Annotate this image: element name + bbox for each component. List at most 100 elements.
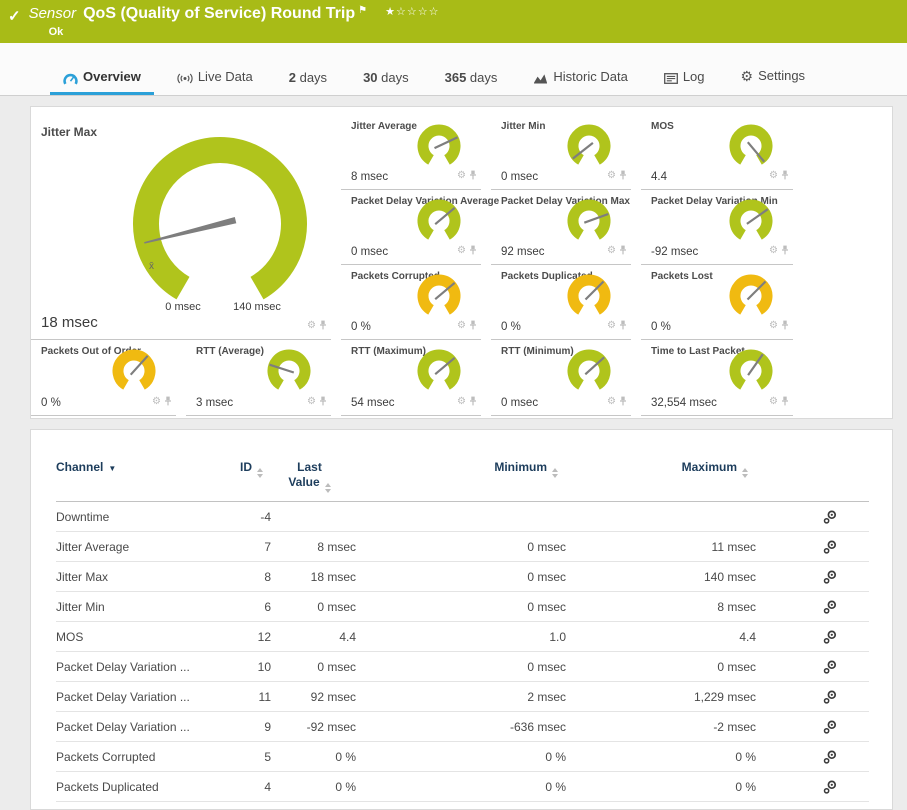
channel-cell: 5 bbox=[231, 742, 271, 772]
channel-name[interactable]: Packet Delay Variation ... bbox=[56, 682, 231, 712]
gauge-panel-rtt-maximum: RTT (Maximum)54 msec⚙ bbox=[341, 340, 481, 416]
tab-live-data[interactable]: Live Data bbox=[164, 61, 266, 95]
channel-settings-icon[interactable] bbox=[756, 652, 869, 682]
channel-settings-icon[interactable] bbox=[756, 562, 869, 592]
gear-icon[interactable]: ⚙ bbox=[607, 321, 616, 331]
sort-icon[interactable] bbox=[742, 468, 748, 478]
gauge-value: 18 msec bbox=[41, 314, 98, 331]
stars-empty[interactable]: ☆☆☆☆ bbox=[396, 6, 439, 18]
tab-number: 30 bbox=[363, 70, 381, 85]
panel-actions: ⚙ bbox=[607, 317, 627, 335]
gear-icon[interactable]: ⚙ bbox=[307, 397, 316, 407]
gear-icon[interactable]: ⚙ bbox=[607, 246, 616, 256]
channel-name[interactable]: MOS bbox=[56, 622, 231, 652]
priority-stars[interactable]: ★☆☆☆☆ bbox=[385, 5, 439, 18]
main-content: Jitter Max x̄ 0 msec 140 msec 18 msec ⚙ … bbox=[0, 96, 907, 810]
pin-icon[interactable] bbox=[619, 167, 627, 185]
tab-settings[interactable]: ⚙Settings bbox=[728, 60, 819, 95]
tab-overview[interactable]: Overview bbox=[50, 61, 154, 95]
pin-icon[interactable] bbox=[619, 317, 627, 335]
channel-name[interactable]: Jitter Min bbox=[56, 592, 231, 622]
pin-icon[interactable] bbox=[619, 242, 627, 260]
gear-icon[interactable]: ⚙ bbox=[152, 397, 161, 407]
panel-actions: ⚙ bbox=[457, 242, 477, 260]
gear-icon[interactable]: ⚙ bbox=[607, 171, 616, 181]
pin-icon[interactable] bbox=[781, 167, 789, 185]
gauge-panel-jitter-average: Jitter Average8 msec⚙ bbox=[341, 115, 481, 190]
column-header-maximum[interactable]: Maximum bbox=[566, 460, 756, 502]
tab-2-days[interactable]: 2 days bbox=[276, 62, 340, 95]
tab-30-days[interactable]: 30 days bbox=[350, 62, 422, 95]
channel-name[interactable]: Downtime bbox=[56, 502, 231, 532]
channel-name[interactable]: Jitter Average bbox=[56, 532, 231, 562]
gauge-panel-packet-delay-variation-min: Packet Delay Variation Min-92 msec⚙ bbox=[641, 190, 793, 265]
gear-icon[interactable]: ⚙ bbox=[769, 321, 778, 331]
channel-settings-icon[interactable] bbox=[756, 742, 869, 772]
panel-actions: ⚙ bbox=[769, 393, 789, 411]
flag-icon[interactable]: ⚑ bbox=[358, 5, 367, 16]
gauge-value: 0 msec bbox=[351, 246, 388, 258]
channel-settings-icon[interactable] bbox=[756, 592, 869, 622]
gear-icon[interactable]: ⚙ bbox=[457, 246, 466, 256]
channel-settings-icon[interactable] bbox=[756, 532, 869, 562]
gauge-panel-packets-out-of-order: Packets Out of Order0 %⚙ bbox=[31, 340, 176, 416]
sort-desc-icon[interactable]: ▼ bbox=[108, 464, 116, 473]
channel-cell: -92 msec bbox=[271, 712, 356, 742]
table-row-jitter-min: Jitter Min60 msec0 msec8 msec bbox=[56, 592, 869, 622]
channel-cell: 0 msec bbox=[271, 652, 356, 682]
gear-icon[interactable]: ⚙ bbox=[457, 171, 466, 181]
channel-name[interactable]: Packets Duplicated bbox=[56, 772, 231, 802]
channel-name[interactable]: Packets Corrupted bbox=[56, 742, 231, 772]
gear-icon[interactable]: ⚙ bbox=[769, 246, 778, 256]
channel-cell: -4 bbox=[231, 502, 271, 532]
gear-icon[interactable]: ⚙ bbox=[769, 397, 778, 407]
column-header-id[interactable]: ID bbox=[231, 460, 271, 502]
channel-settings-icon[interactable] bbox=[756, 502, 869, 532]
channel-settings-icon[interactable] bbox=[756, 712, 869, 742]
channel-settings-icon[interactable] bbox=[756, 772, 869, 802]
pin-icon[interactable] bbox=[781, 242, 789, 260]
gauge-panel-jitter-max: Jitter Max x̄ 0 msec 140 msec 18 msec ⚙ bbox=[31, 115, 331, 340]
pin-icon[interactable] bbox=[469, 242, 477, 260]
gear-icon[interactable]: ⚙ bbox=[769, 171, 778, 181]
tab-historic-data[interactable]: Historic Data bbox=[520, 61, 640, 95]
column-header-channel[interactable]: Channel▼ bbox=[56, 460, 231, 502]
star-filled[interactable]: ★ bbox=[385, 6, 396, 18]
tab-log[interactable]: Log bbox=[651, 61, 718, 95]
column-header-lastvalue[interactable]: LastValue bbox=[271, 460, 356, 502]
channel-settings-icon[interactable] bbox=[756, 682, 869, 712]
tab-label: days bbox=[470, 70, 497, 85]
pin-icon[interactable] bbox=[469, 393, 477, 411]
pin-icon[interactable] bbox=[164, 393, 172, 411]
channel-name[interactable]: Jitter Max bbox=[56, 562, 231, 592]
gauge-value: 0 msec bbox=[501, 171, 538, 183]
gauge-title: Jitter Min bbox=[501, 121, 545, 132]
channel-cell: 0 msec bbox=[566, 652, 756, 682]
gauge-dial bbox=[723, 269, 779, 321]
channel-cell: 11 msec bbox=[566, 532, 756, 562]
pin-icon[interactable] bbox=[781, 317, 789, 335]
gear-icon[interactable]: ⚙ bbox=[457, 397, 466, 407]
column-header-minimum[interactable]: Minimum bbox=[356, 460, 566, 502]
tab-label: Historic Data bbox=[553, 69, 627, 84]
status-check-icon: ✓ bbox=[8, 7, 21, 43]
sort-icon[interactable] bbox=[552, 468, 558, 478]
pin-icon[interactable] bbox=[319, 393, 327, 411]
channel-settings-icon[interactable] bbox=[756, 622, 869, 652]
channel-cell: 92 msec bbox=[271, 682, 356, 712]
pin-icon[interactable] bbox=[319, 317, 327, 335]
page-title: QoS (Quality of Service) Round Trip bbox=[83, 5, 355, 23]
gear-icon[interactable]: ⚙ bbox=[457, 321, 466, 331]
pin-icon[interactable] bbox=[469, 167, 477, 185]
pin-icon[interactable] bbox=[469, 317, 477, 335]
pin-icon[interactable] bbox=[619, 393, 627, 411]
pin-icon[interactable] bbox=[781, 393, 789, 411]
gear-icon[interactable]: ⚙ bbox=[307, 321, 316, 331]
gear-icon[interactable]: ⚙ bbox=[607, 397, 616, 407]
channel-name[interactable]: Packet Delay Variation ... bbox=[56, 652, 231, 682]
gauge-value: -92 msec bbox=[651, 246, 698, 258]
sort-icon[interactable] bbox=[325, 483, 331, 493]
tab-365-days[interactable]: 365 days bbox=[432, 62, 511, 95]
channel-name[interactable]: Packet Delay Variation ... bbox=[56, 712, 231, 742]
sort-icon[interactable] bbox=[257, 468, 263, 478]
